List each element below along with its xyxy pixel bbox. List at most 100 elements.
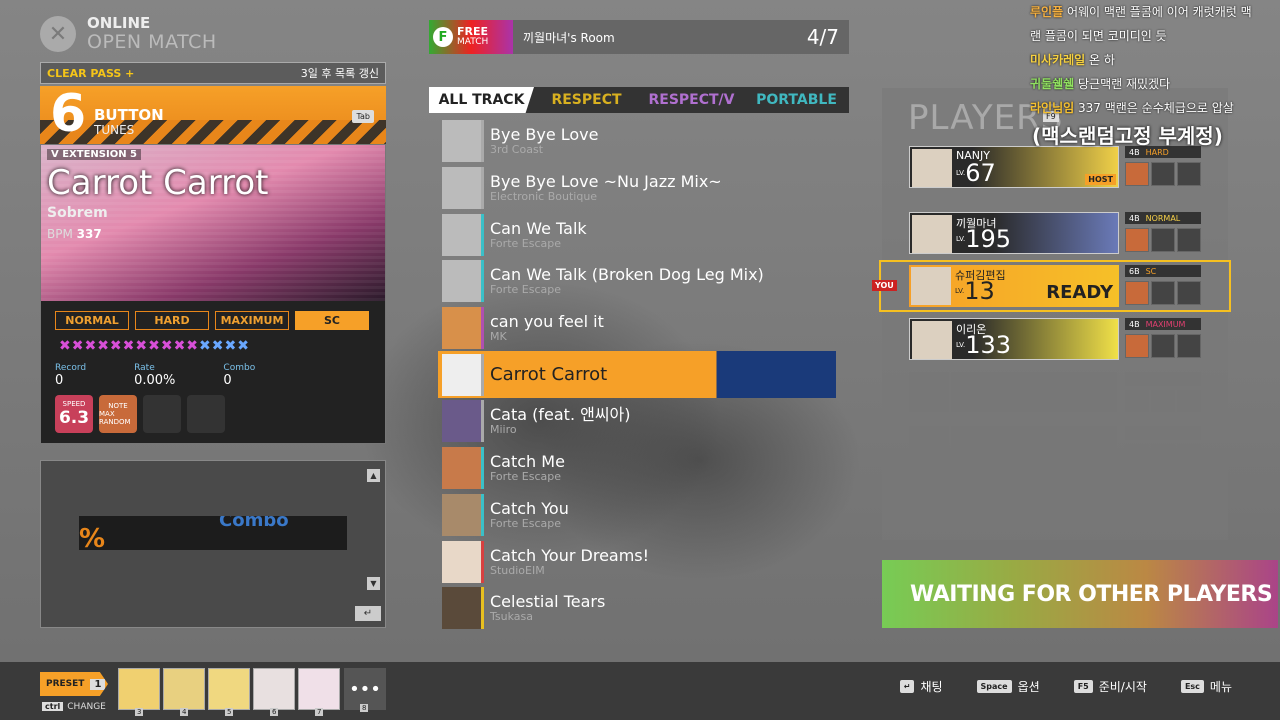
chat-message: 라인님임 337 맥랜은 순수체급으로 압살	[1030, 96, 1280, 120]
option-slot	[1125, 334, 1149, 358]
song-row[interactable]: Catch Me Forte Escape	[438, 445, 836, 492]
stars-magenta: ✖✖✖✖✖✖✖✖✖✖✖	[59, 338, 200, 354]
song-row[interactable]: Catch Your Dreams! StudioEIM	[438, 538, 836, 585]
enter-button[interactable]: ↵	[355, 606, 381, 621]
option-slot	[1125, 281, 1149, 305]
chat-message: 미사카레일 온 하	[1030, 48, 1280, 72]
song-row-title: Catch Me	[490, 452, 565, 472]
song-row[interactable]: Cata (feat. 앤씨아) Miiro	[438, 398, 836, 445]
song-row-selected[interactable]: Carrot Carrot	[438, 351, 836, 399]
option-slot-empty[interactable]	[187, 395, 225, 433]
song-bpm: BPM 337	[47, 227, 102, 241]
player-mode: 4B	[1129, 213, 1140, 223]
scroll-up-button[interactable]: ▲	[367, 469, 380, 482]
button-count: 6	[50, 86, 87, 144]
player-slot-empty[interactable]	[909, 426, 1209, 468]
you-badge: YOU	[872, 280, 897, 291]
preset-character[interactable]: 7	[298, 668, 340, 716]
button-label: BUTTON	[94, 106, 164, 124]
difficulty-selector: NORMAL HARD MAXIMUM SC	[55, 311, 369, 330]
song-row-title: Cata (feat. 앤씨아)	[490, 405, 631, 425]
preset-char-number: 4	[180, 708, 189, 716]
song-row[interactable]: Can We Talk Forte Escape	[438, 211, 836, 258]
scroll-down-button[interactable]: ▼	[367, 577, 380, 590]
player-options	[1125, 281, 1201, 305]
key-hint-label: 옵션	[1017, 680, 1040, 694]
preset-character[interactable]: 6	[253, 668, 295, 716]
song-row-artist: Forte Escape	[490, 470, 561, 484]
key-hint-options[interactable]: Space 옵션	[976, 678, 1040, 695]
player-options	[1125, 334, 1201, 358]
tab-respect-v[interactable]: RESPECT/V	[639, 87, 744, 113]
player-slot-empty[interactable]	[909, 480, 1209, 522]
song-row-artist: Forte Escape	[490, 516, 561, 530]
key-hint-label: 준비/시작	[1098, 680, 1147, 694]
speed-option[interactable]: SPEED 6.3	[55, 395, 93, 433]
more-icon: •••	[349, 678, 381, 700]
difficulty-hard[interactable]: HARD	[135, 311, 209, 330]
song-row[interactable]: Bye Bye Love 3rd Coast	[438, 118, 836, 165]
preset-character[interactable]: 5	[208, 668, 250, 716]
preset-character[interactable]: 4	[163, 668, 205, 716]
player-slot-empty[interactable]	[909, 372, 1209, 414]
key-hint-ready[interactable]: F5 준비/시작	[1073, 678, 1147, 695]
enter-key-icon: ↵	[899, 680, 915, 693]
player-slot-1[interactable]: NANJY LV.67 HOST 4B HARD	[909, 146, 1209, 188]
ready-card: 슈퍼김편집 LV.13 READY	[909, 265, 1119, 307]
space-key-icon: Space	[976, 680, 1012, 693]
difficulty-sc[interactable]: SC	[295, 311, 369, 330]
note-option[interactable]: NOTE MAX RANDOM	[99, 395, 137, 433]
chat-text: 당근맥랜 재밌겠다	[1078, 77, 1171, 91]
song-row[interactable]: Bye Bye Love ~Nu Jazz Mix~ Electronic Bou…	[438, 165, 836, 212]
key-hint-menu[interactable]: Esc 메뉴	[1180, 678, 1232, 695]
song-info-panel: V EXTENSION 5 Carrot Carrot Sobrem BPM 3…	[40, 144, 386, 444]
stat-record-value: 0	[55, 373, 64, 388]
preview-percent: %	[79, 524, 106, 550]
song-row-title: Can We Talk	[490, 218, 587, 238]
ready-status: READY	[1046, 282, 1113, 303]
tab-key-hint[interactable]: Tab	[352, 110, 374, 123]
clear-pass-label: CLEAR PASS +	[47, 66, 135, 80]
player-mode: 4B	[1129, 319, 1140, 329]
player-slot-4[interactable]: 이리온 LV.133 4B MAXIMUM	[909, 318, 1209, 360]
song-row-title: can you feel it	[490, 312, 604, 332]
song-row[interactable]: can you feel it MK	[438, 305, 836, 352]
song-row-title: Bye Bye Love ~Nu Jazz Mix~	[490, 172, 722, 192]
tab-all-track[interactable]: ALL TRACK	[429, 87, 534, 113]
player-avatar	[911, 267, 951, 305]
ctrl-key: ctrl	[42, 702, 64, 711]
stat-combo: Combo 0	[223, 363, 255, 388]
song-row[interactable]: Catch You Forte Escape	[438, 492, 836, 539]
tab-respect[interactable]: RESPECT	[534, 87, 639, 113]
stars-blue: ✖✖✖✖	[199, 338, 250, 354]
song-thumbnail	[442, 120, 484, 163]
free-match-badge: F FREE MATCH	[429, 20, 513, 54]
bpm-value: 337	[76, 227, 102, 241]
song-row[interactable]: Celestial Tears Tsukasa	[438, 585, 836, 632]
difficulty-maximum[interactable]: MAXIMUM	[215, 311, 289, 330]
tab-portable[interactable]: PORTABLE	[744, 87, 849, 113]
chat-text: 어웨이 맥랜 플콤에 이어 캐럿캐럿 맥	[1066, 5, 1252, 19]
key-hint-chat[interactable]: ↵ 채팅	[899, 678, 943, 695]
chat-text: 온 하	[1089, 53, 1115, 67]
stat-rate-label: Rate	[134, 363, 155, 373]
clear-pass-bar[interactable]: CLEAR PASS + 3일 후 목록 갱신	[40, 62, 386, 84]
preset-character[interactable]: 3	[118, 668, 160, 716]
option-slot-empty[interactable]	[143, 395, 181, 433]
player-slot-2[interactable]: 끼월마녀 LV.195 4B NORMAL	[909, 212, 1209, 254]
song-row-title: Celestial Tears	[490, 592, 606, 612]
button-tunes-banner[interactable]: 6 BUTTON TUNES Tab	[40, 86, 386, 144]
play-options: SPEED 6.3 NOTE MAX RANDOM	[55, 395, 225, 433]
room-player-count: 4/7	[806, 25, 839, 49]
track-category-tabs: ALL TRACK RESPECT RESPECT/V PORTABLE	[429, 87, 849, 113]
preset-button[interactable]: PRESET 1	[40, 672, 108, 696]
player-avatar	[912, 321, 952, 359]
option-slot	[1177, 334, 1201, 358]
stat-combo-label: Combo	[223, 363, 256, 373]
player-slot-3-you[interactable]: 슈퍼김편집 LV.13 READY 6B SC	[909, 265, 1209, 307]
song-row-title: Bye Bye Love	[490, 125, 599, 145]
difficulty-normal[interactable]: NORMAL	[55, 311, 129, 330]
song-row[interactable]: Can We Talk (Broken Dog Leg Mix) Forte Es…	[438, 258, 836, 305]
song-artist: Sobrem	[47, 205, 108, 221]
player-options	[1125, 162, 1201, 186]
